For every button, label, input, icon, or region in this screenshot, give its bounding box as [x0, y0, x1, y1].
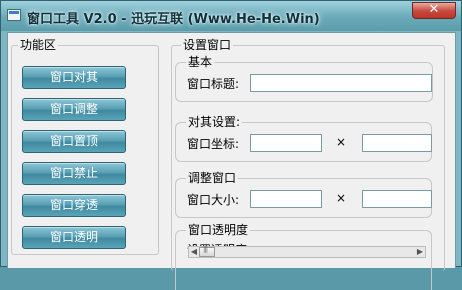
close-button[interactable]: ✕ — [412, 2, 456, 19]
coord-x-input[interactable] — [250, 134, 322, 152]
resize-subgroup: 调整窗口 窗口大小: × — [175, 171, 432, 218]
opacity-subgroup: 窗口透明度 设置透明度: — [175, 223, 432, 290]
settings-group: 设置窗口 基本 窗口标题: 对其设置: 窗口坐标: × 调整窗口 窗口大小: × — [171, 38, 445, 290]
function-area-title: 功能区 — [18, 38, 59, 52]
transparent-window-button[interactable]: 窗口透明 — [22, 226, 126, 249]
opacity-slider-thumb[interactable] — [199, 245, 215, 257]
coord-separator: × — [336, 135, 347, 149]
app-window: 窗口工具 V2.0 - 迅玩互联 (Www.He-He.Win) ✕ 功能区 窗… — [0, 0, 462, 290]
size-separator: × — [336, 191, 347, 205]
size-width-input[interactable] — [250, 190, 322, 208]
function-area-group: 功能区 窗口对其 窗口调整 窗口置顶 窗口禁止 窗口穿透 窗口透明 — [11, 38, 159, 255]
align-subgroup: 对其设置: 窗口坐标: × — [175, 115, 432, 162]
topmost-window-button[interactable]: 窗口置顶 — [22, 130, 126, 153]
window-size-label: 窗口大小: — [187, 193, 240, 207]
basic-title: 基本 — [186, 55, 215, 69]
align-window-button[interactable]: 窗口对其 — [22, 66, 126, 89]
window-coord-label: 窗口坐标: — [187, 137, 240, 151]
disable-window-button[interactable]: 窗口禁止 — [22, 162, 126, 185]
scroll-left-arrow-icon[interactable]: ◀ — [189, 247, 199, 257]
resize-title: 调整窗口 — [186, 171, 239, 185]
settings-title: 设置窗口 — [181, 38, 234, 52]
size-height-input[interactable] — [362, 190, 432, 208]
client-area: 功能区 窗口对其 窗口调整 窗口置顶 窗口禁止 窗口穿透 窗口透明 设置窗口 基… — [7, 32, 456, 290]
window-title-label: 窗口标题: — [187, 77, 240, 91]
coord-y-input[interactable] — [362, 134, 432, 152]
click-through-window-button[interactable]: 窗口穿透 — [22, 194, 126, 217]
scroll-right-arrow-icon[interactable]: ▶ — [415, 247, 425, 257]
window-title: 窗口工具 V2.0 - 迅玩互联 (Www.He-He.Win) — [27, 12, 320, 27]
basic-subgroup: 基本 窗口标题: — [175, 55, 433, 102]
title-bar[interactable]: 窗口工具 V2.0 - 迅玩互联 (Www.He-He.Win) ✕ — [1, 1, 461, 31]
window-app-icon — [7, 9, 21, 21]
adjust-window-button[interactable]: 窗口调整 — [22, 98, 126, 121]
opacity-scrollbar[interactable]: ◀ ▶ — [188, 245, 426, 258]
opacity-title: 窗口透明度 — [186, 223, 251, 237]
align-title: 对其设置: — [186, 115, 243, 129]
window-title-input[interactable] — [250, 74, 432, 92]
